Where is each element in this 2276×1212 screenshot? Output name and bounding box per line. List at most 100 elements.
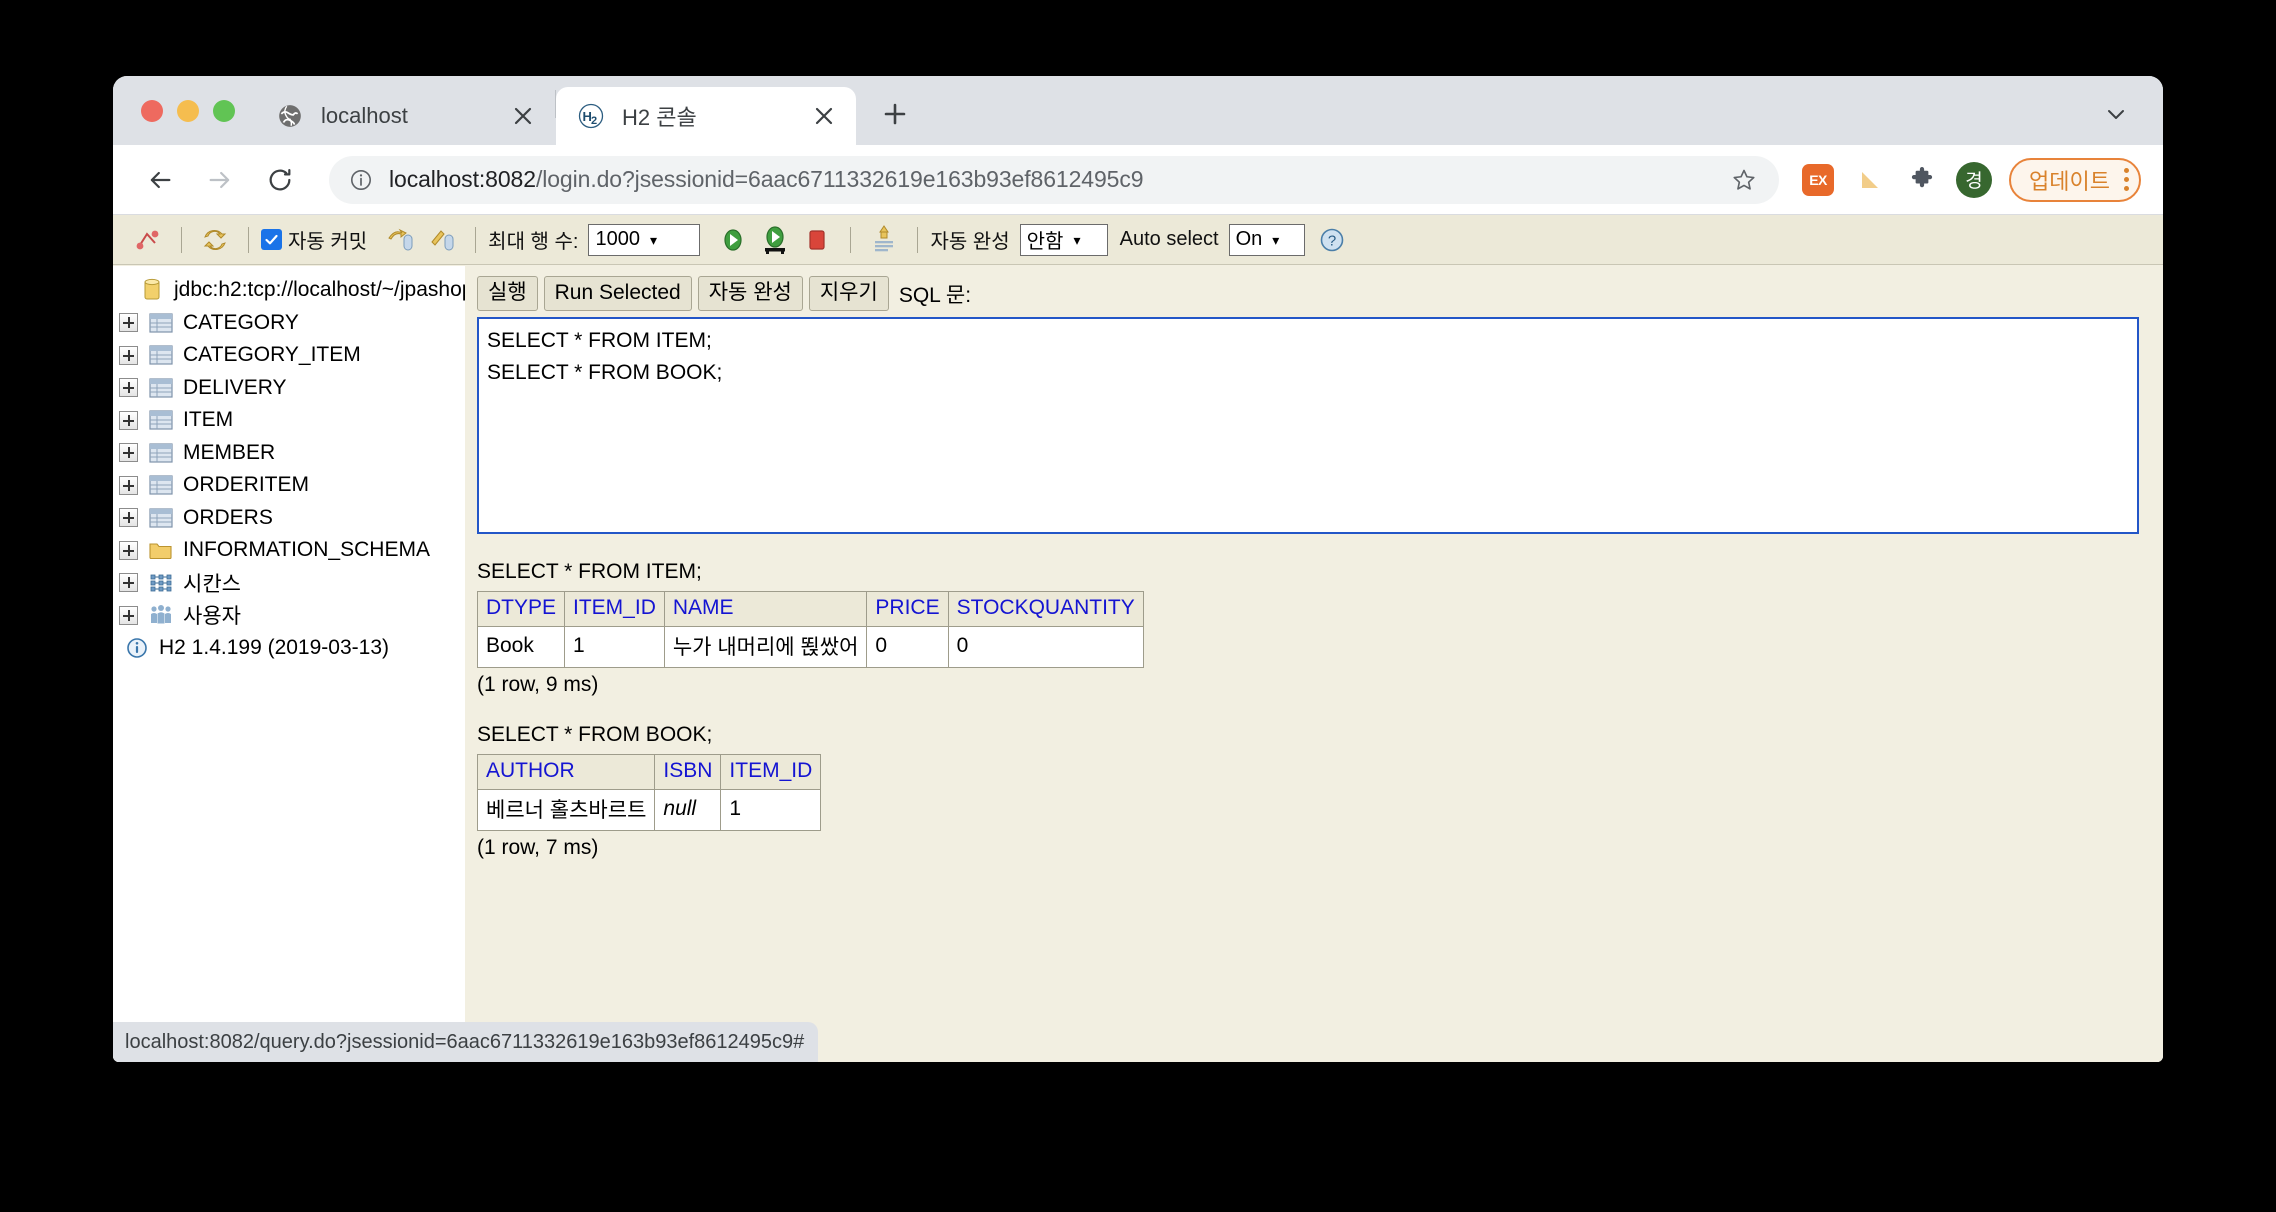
update-button-label: 업데이트 [2029,168,2110,194]
console-split-pane: jdbc:h2:tcp://localhost/~/jpashop CATEGO… [113,266,2163,1062]
reload-button[interactable] [257,157,303,203]
browser-tab-localhost[interactable]: localhost [255,87,555,145]
column-header[interactable]: ITEM_ID [720,754,822,791]
browser-toolbar: localhost:8082/login.do?jsessionid=6aac6… [113,145,2163,215]
database-icon [139,279,165,301]
sql-statement-label: SQL 문: [898,283,972,307]
toolbar-divider [475,226,477,253]
toolbar-divider [917,226,919,253]
expand-icon[interactable] [119,573,138,593]
column-header[interactable]: AUTHOR [476,754,656,791]
close-icon[interactable] [507,100,539,132]
expand-icon[interactable] [119,475,138,495]
column-header[interactable]: PRICE [866,591,949,628]
column-header[interactable]: NAME [663,591,868,628]
sequence-icon [148,572,174,594]
tree-item[interactable]: CATEGORY_ITEM [119,339,465,372]
refresh-icon[interactable] [194,222,236,258]
auto-select-value: On [1235,228,1263,250]
expand-icon[interactable] [119,443,138,463]
column-header[interactable]: STOCKQUANTITY [947,591,1144,628]
run-selected-icon[interactable] [754,222,796,258]
table-cell: 0 [866,626,949,669]
tree-item-label: DELIVERY [183,375,287,399]
auto-commit-checkbox[interactable] [261,229,282,250]
tree-item-version: H2 1.4.199 (2019-03-13) [119,632,465,665]
sql-input[interactable] [477,317,2139,535]
tree-item[interactable]: ITEM [119,404,465,437]
browser-tab-h2-console[interactable]: H 2 H2 콘솔 [556,87,856,145]
run-selected-button[interactable]: Run Selected [543,276,692,312]
profile-initial: 경 [1956,161,1993,198]
tree-item[interactable]: CATEGORY [119,307,465,340]
rollback-icon[interactable] [421,222,463,258]
update-button[interactable]: 업데이트 [2009,157,2141,202]
chrome-menu-icon[interactable] [2124,168,2129,191]
expand-icon[interactable] [119,313,138,333]
close-icon[interactable] [808,100,840,132]
table-cell: 1 [720,789,822,832]
column-header[interactable]: DTYPE [476,591,566,628]
expand-icon[interactable] [119,345,138,365]
browser-window: localhost H 2 H2 콘솔 localhost:8082/login… [113,76,2163,1062]
address-bar-url: localhost:8082/login.do?jsessionid=6aac6… [389,166,1723,193]
minimize-window-button[interactable] [177,99,199,122]
tree-item[interactable]: ORDERITEM [119,469,465,502]
status-bar-text: localhost:8082/query.do?jsessionid=6aac6… [125,1030,805,1053]
expand-icon[interactable] [119,508,138,528]
table-cell: Book [476,626,566,669]
tree-item[interactable]: DELIVERY [119,372,465,405]
expand-icon[interactable] [119,540,138,560]
address-bar-host: localhost:8082 [389,166,536,192]
column-header[interactable]: ITEM_ID [564,591,665,628]
expand-icon[interactable] [119,410,138,430]
h2-console-page: 자동 커밋 최대 행 수: 1000 ▾ 자동 완성 안함 ▾ Auto sel… [113,215,2163,1062]
tree-item[interactable]: MEMBER [119,437,465,470]
help-icon[interactable]: ? [1311,222,1353,258]
chevron-down-icon: ▾ [649,231,657,248]
tree-item-label: H2 1.4.199 (2019-03-13) [159,635,389,659]
max-rows-select[interactable]: 1000 ▾ [588,223,701,256]
tree-item-label: ORDERS [183,505,273,529]
site-info-icon[interactable] [349,168,373,192]
tab-search-chevron-down-icon[interactable] [2095,93,2137,135]
auto-select-select[interactable]: On ▾ [1228,223,1305,256]
tree-item[interactable]: ORDERS [119,502,465,535]
column-header[interactable]: ISBN [654,754,722,791]
bookmark-star-icon[interactable] [1723,159,1765,201]
disconnect-icon[interactable] [127,222,169,258]
run-icon[interactable] [712,222,754,258]
new-tab-button[interactable] [872,91,918,137]
address-bar[interactable]: localhost:8082/login.do?jsessionid=6aac6… [329,155,1780,204]
profile-avatar[interactable]: 경 [1951,157,1997,203]
tree-item[interactable]: 시칸스 [119,567,465,600]
auto-select-label: Auto select [1119,228,1219,250]
forward-button[interactable] [197,157,243,203]
run-button[interactable]: 실행 [477,276,538,312]
browser-tab-title: H2 콘솔 [622,105,697,130]
close-window-button[interactable] [141,99,163,122]
maximize-window-button[interactable] [213,99,235,122]
extension-ex-icon[interactable]: EX [1795,157,1841,203]
stop-icon[interactable] [796,222,838,258]
chevron-down-icon: ▾ [1272,231,1280,248]
autocomplete-button[interactable]: 자동 완성 [697,276,803,312]
tree-item[interactable]: 사용자 [119,599,465,632]
expand-icon[interactable] [119,378,138,398]
table-icon [148,507,174,529]
result-meta: (1 row, 7 ms) [477,836,599,860]
extensions-puzzle-icon[interactable] [1899,157,1945,203]
sql-history-icon[interactable] [863,222,905,258]
autocomplete-select[interactable]: 안함 ▾ [1019,223,1108,256]
result-block: SELECT * FROM BOOK; AUTHOR ISBN ITEM_ID 베르너 … [476,723,2163,860]
tree-item[interactable]: INFORMATION_SCHEMA [119,534,465,567]
clear-button[interactable]: 지우기 [808,276,889,312]
browser-tab-title: localhost [321,103,408,128]
expand-icon[interactable] [119,605,138,625]
tree-item-label: CATEGORY_ITEM [183,343,361,367]
commit-icon[interactable] [379,222,421,258]
tree-item-connection[interactable]: jdbc:h2:tcp://localhost/~/jpashop [119,274,465,307]
h2-toolbar: 자동 커밋 최대 행 수: 1000 ▾ 자동 완성 안함 ▾ Auto sel… [113,215,2163,265]
bookmark-corner-icon[interactable] [1847,157,1893,203]
back-button[interactable] [137,157,183,203]
